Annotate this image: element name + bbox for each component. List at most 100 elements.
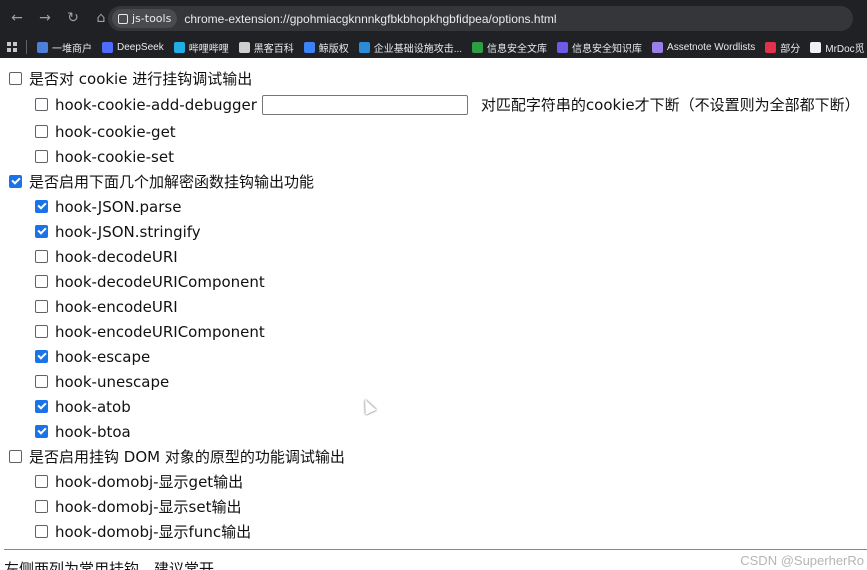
- option-label: hook-btoa: [55, 422, 131, 441]
- bookmark-label: 部分: [780, 43, 801, 55]
- bookmark-item[interactable]: 信息安全知识库: [557, 40, 642, 55]
- bookmark-label: 一堆商户: [52, 43, 92, 55]
- option-label: hook-encodeURIComponent: [55, 322, 265, 341]
- bookmark-item[interactable]: MrDoc觅: [810, 40, 865, 55]
- option-label: hook-encodeURI: [55, 297, 178, 316]
- checkbox[interactable]: [35, 325, 48, 338]
- option-item[interactable]: hook-domobj-显示set输出: [35, 494, 241, 519]
- bookmark-label: 企业基础设施攻击...: [373, 43, 463, 55]
- bookmark-label: 信息安全文库: [487, 43, 548, 55]
- bookmark-label: DeepSeek: [117, 41, 164, 53]
- extension-icon: [118, 13, 128, 24]
- option-item[interactable]: hook-domobj-显示get输出: [35, 469, 243, 494]
- option-cookie-set[interactable]: hook-cookie-set: [35, 144, 174, 169]
- checkbox[interactable]: [35, 400, 48, 413]
- divider: [4, 549, 867, 550]
- option-item[interactable]: hook-JSON.stringify: [35, 219, 201, 244]
- option-item[interactable]: hook-encodeURIComponent: [35, 319, 265, 344]
- bookmark-item[interactable]: 鲸版权: [303, 40, 349, 55]
- bookmark-favicon-icon: [557, 41, 569, 53]
- option-label: hook-cookie-add-debugger: [55, 95, 257, 114]
- bookmark-item[interactable]: 黑客百科: [238, 40, 294, 55]
- bookmark-favicon-icon: [303, 41, 315, 53]
- cookie-filter-hint: 对匹配字符串的cookie才下断（不设置则为全部都下断）: [480, 96, 860, 114]
- bookmark-favicon-icon: [810, 41, 822, 53]
- option-label: hook-domobj-显示get输出: [55, 473, 244, 491]
- option-label: hook-JSON.stringify: [55, 222, 201, 241]
- checkbox[interactable]: [35, 125, 48, 138]
- checkbox[interactable]: [35, 300, 48, 313]
- option-item[interactable]: hook-encodeURI: [35, 294, 178, 319]
- cookie-filter-input[interactable]: [261, 94, 468, 115]
- bookmark-label: MrDoc觅: [825, 43, 865, 55]
- bookmark-favicon-icon: [173, 41, 185, 53]
- bookmark-item[interactable]: Assetnote Wordlists: [652, 41, 755, 53]
- extension-chip[interactable]: js-tools: [112, 9, 178, 28]
- options-page: 是否对 cookie 进行挂钩调试输出 hook-cookie-add-debu…: [0, 58, 867, 570]
- back-icon[interactable]: ←: [6, 7, 28, 29]
- checkbox[interactable]: [35, 150, 48, 163]
- option-label: 是否对 cookie 进行挂钩调试输出: [29, 70, 253, 88]
- address-bar[interactable]: js-tools chrome-extension://gpohmiacgknn…: [108, 6, 853, 31]
- bookmark-label: 鲸版权: [318, 43, 349, 55]
- option-item[interactable]: hook-btoa: [35, 419, 131, 444]
- checkbox[interactable]: [35, 475, 48, 488]
- checkbox[interactable]: [9, 72, 22, 85]
- checkbox[interactable]: [35, 98, 48, 111]
- bookmark-label: 哔哩哔哩: [188, 43, 229, 55]
- option-label: hook-decodeURI: [55, 247, 178, 266]
- bookmark-favicon-icon: [102, 41, 113, 53]
- checkbox[interactable]: [35, 425, 48, 438]
- option-crypto-group[interactable]: 是否启用下面几个加解密函数挂钩输出功能: [9, 169, 314, 194]
- checkbox[interactable]: [35, 250, 48, 263]
- option-item[interactable]: hook-JSON.parse: [35, 194, 181, 219]
- bookmark-label: 黑客百科: [253, 43, 294, 55]
- bookmark-label: 信息安全知识库: [572, 43, 643, 55]
- url-text[interactable]: chrome-extension://gpohmiacgknnnkgfbkbho…: [184, 12, 556, 26]
- option-item[interactable]: hook-escape: [35, 344, 150, 369]
- bookmark-favicon-icon: [765, 41, 777, 53]
- option-item[interactable]: hook-domobj-显示func输出: [35, 519, 251, 544]
- option-item[interactable]: hook-unescape: [35, 369, 169, 394]
- checkbox[interactable]: [35, 225, 48, 238]
- option-label: hook-domobj-显示set输出: [55, 498, 242, 516]
- option-label: hook-atob: [55, 397, 131, 416]
- forward-icon[interactable]: →: [34, 7, 56, 29]
- checkbox[interactable]: [35, 200, 48, 213]
- option-label: hook-escape: [55, 347, 151, 366]
- bookmark-item[interactable]: 部分: [765, 40, 800, 55]
- bookmark-item[interactable]: 哔哩哔哩: [173, 40, 229, 55]
- browser-toolbar: ← → ↻ ⌂ js-tools chrome-extension://gpoh…: [0, 0, 867, 36]
- option-item[interactable]: hook-atob: [35, 394, 131, 419]
- checkbox[interactable]: [35, 375, 48, 388]
- apps-grid-icon[interactable]: [7, 41, 18, 53]
- option-item[interactable]: hook-decodeURI: [35, 244, 178, 269]
- option-label: hook-JSON.parse: [55, 197, 182, 216]
- checkbox[interactable]: [9, 175, 22, 188]
- option-dom-group[interactable]: 是否启用挂钩 DOM 对象的原型的功能调试输出: [9, 444, 345, 469]
- bookmark-favicon-icon: [652, 41, 664, 53]
- reload-icon[interactable]: ↻: [62, 7, 84, 29]
- bottom-note: 左侧两列为常用挂钩，建议常开: [4, 560, 215, 570]
- bookmark-favicon-icon: [37, 41, 48, 53]
- option-cookie-add-debugger[interactable]: hook-cookie-add-debugger 对匹配字符串的cookie才下…: [35, 92, 860, 117]
- checkbox[interactable]: [9, 450, 22, 463]
- option-label: 是否启用挂钩 DOM 对象的原型的功能调试输出: [29, 448, 345, 466]
- option-item[interactable]: hook-decodeURIComponent: [35, 269, 265, 294]
- option-label: hook-unescape: [55, 372, 170, 391]
- bookmarks-separator: [26, 40, 27, 54]
- watermark: CSDN @SuperherRo: [740, 553, 864, 568]
- checkbox[interactable]: [35, 500, 48, 513]
- bookmark-item[interactable]: 信息安全文库: [472, 40, 547, 55]
- bookmark-favicon-icon: [472, 41, 484, 53]
- option-cookie-group[interactable]: 是否对 cookie 进行挂钩调试输出: [9, 66, 252, 91]
- bookmark-item[interactable]: 一堆商户: [37, 40, 92, 55]
- bookmark-item[interactable]: 企业基础设施攻击...: [358, 40, 463, 55]
- option-label: hook-domobj-显示func输出: [55, 523, 252, 541]
- checkbox[interactable]: [35, 350, 48, 363]
- option-label: hook-cookie-set: [55, 147, 174, 166]
- checkbox[interactable]: [35, 275, 48, 288]
- bookmark-item[interactable]: DeepSeek: [102, 41, 164, 53]
- checkbox[interactable]: [35, 525, 48, 538]
- option-cookie-get[interactable]: hook-cookie-get: [35, 119, 176, 144]
